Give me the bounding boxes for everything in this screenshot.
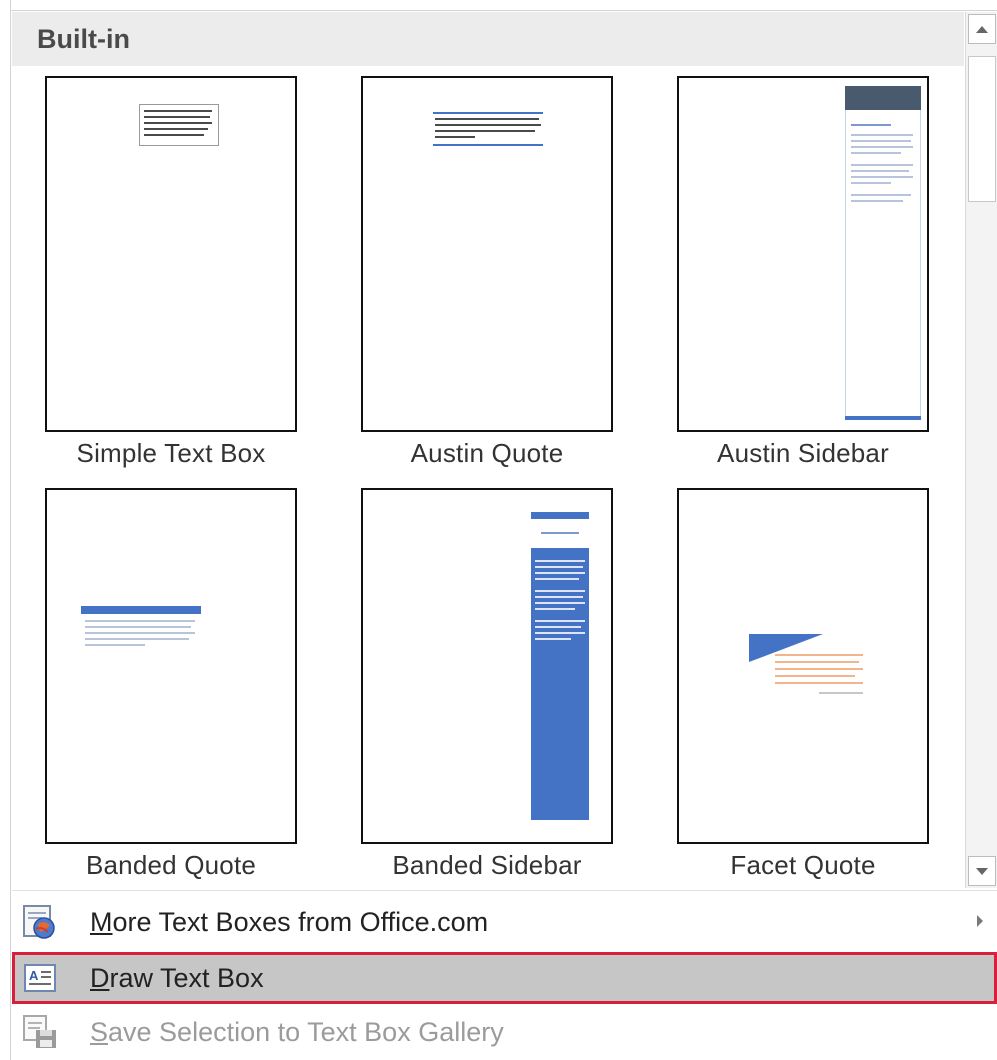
globe-document-icon bbox=[20, 902, 60, 942]
menu-divider bbox=[12, 890, 997, 891]
facet-triangle-shape bbox=[749, 634, 823, 662]
thumbnail-banded-quote bbox=[45, 488, 297, 844]
save-to-gallery-icon bbox=[20, 1012, 60, 1052]
panel-border-left bbox=[10, 0, 11, 1060]
gallery-item-label: Banded Sidebar bbox=[392, 850, 582, 880]
thumbnail-austin-quote bbox=[361, 76, 613, 432]
scroll-thumb[interactable] bbox=[968, 56, 996, 202]
scroll-up-button[interactable] bbox=[968, 14, 996, 44]
thumbnail-banded-sidebar bbox=[361, 488, 613, 844]
gallery-item-label: Austin Sidebar bbox=[717, 438, 889, 468]
gallery-item-label: Austin Quote bbox=[410, 438, 564, 468]
gallery-item-label: Banded Quote bbox=[85, 850, 257, 880]
text-box-gallery-panel: Built-in Simple Text Box Austin Quote Au… bbox=[0, 0, 997, 1060]
svg-text:A: A bbox=[29, 968, 39, 983]
thumbnail-simple-text-box bbox=[45, 76, 297, 432]
submenu-arrow-icon bbox=[977, 915, 983, 927]
menu-item-label: More Text Boxes from Office.com bbox=[90, 906, 489, 937]
panel-border-top bbox=[10, 10, 997, 11]
menu-item-label: Draw Text Box bbox=[90, 962, 264, 993]
gallery-scrollbar[interactable] bbox=[965, 12, 997, 888]
thumbnail-facet-quote bbox=[677, 488, 929, 844]
menu-item-more-text-boxes[interactable]: More Text Boxes from Office.com bbox=[12, 896, 997, 948]
gallery-item-label: Simple Text Box bbox=[76, 438, 266, 468]
text-box-icon: A bbox=[20, 958, 60, 998]
gallery-section-header: Built-in bbox=[12, 12, 964, 66]
arrow-down-icon bbox=[976, 867, 988, 875]
menu-item-save-selection[interactable]: Save Selection to Text Box Gallery bbox=[12, 1006, 997, 1058]
thumbnail-austin-sidebar bbox=[677, 76, 929, 432]
gallery-item-label: Facet Quote bbox=[730, 850, 876, 880]
arrow-up-icon bbox=[976, 25, 988, 33]
menu-item-draw-text-box[interactable]: A Draw Text Box bbox=[12, 952, 997, 1004]
menu-item-label: Save Selection to Text Box Gallery bbox=[90, 1016, 504, 1047]
scroll-down-button[interactable] bbox=[968, 856, 996, 886]
